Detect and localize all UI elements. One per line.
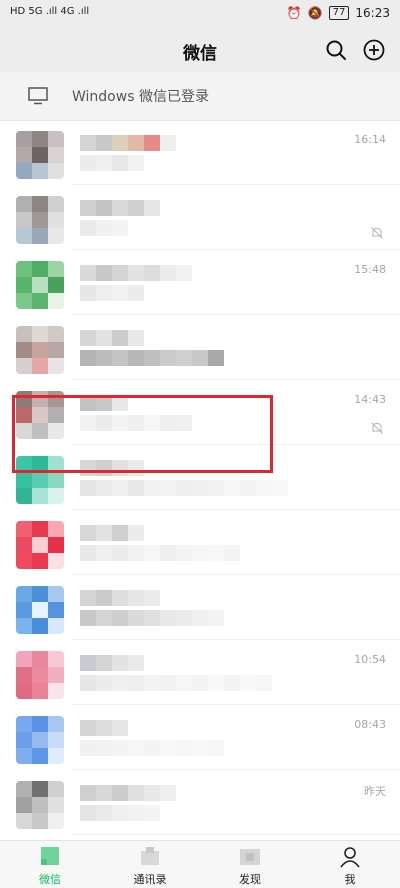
chat-preview-blurred — [80, 740, 224, 756]
chat-icon — [41, 847, 59, 865]
avatar — [16, 196, 64, 244]
avatar — [16, 521, 64, 569]
person-icon — [340, 847, 360, 868]
chat-preview-blurred — [80, 610, 224, 626]
monitor-icon — [28, 87, 48, 105]
status-time: 16:23 — [355, 6, 390, 20]
tab-contacts[interactable]: 通讯录 — [100, 841, 200, 888]
chat-row[interactable] — [0, 186, 400, 250]
chat-time: 08:43 — [354, 718, 386, 731]
chat-row[interactable] — [0, 576, 400, 640]
avatar — [16, 131, 64, 179]
row-divider — [72, 184, 400, 185]
contacts-icon — [141, 847, 159, 865]
chat-row[interactable]: 14:43 — [0, 381, 400, 445]
row-divider — [72, 704, 400, 705]
mute-bell-icon — [371, 422, 383, 434]
chat-row[interactable]: 昨天 — [0, 771, 400, 835]
tab-label: 我 — [344, 873, 356, 886]
avatar — [16, 651, 64, 699]
mute-notification-icon: 🔕 — [307, 6, 323, 20]
battery-indicator: 77 — [328, 6, 350, 20]
chat-title-blurred — [80, 135, 176, 151]
chat-row[interactable] — [0, 511, 400, 575]
chat-title-blurred — [80, 525, 144, 541]
chat-row[interactable] — [0, 446, 400, 510]
bottom-tab-bar: 微信 通讯录 发现 我 — [0, 840, 400, 888]
chat-list: 16:14 15:48 14:43 10:54 08:43 昨天 — [0, 121, 400, 840]
chat-time: 10:54 — [354, 653, 386, 666]
avatar — [16, 326, 64, 374]
chat-title-blurred — [80, 785, 176, 801]
chat-row[interactable]: 10:54 — [0, 641, 400, 705]
status-bar: HD 5G .ıll 4G .ıll ⏰ 🔕 77 16:23 — [0, 0, 400, 28]
row-divider — [72, 249, 400, 250]
avatar — [16, 391, 64, 439]
row-divider — [72, 444, 400, 445]
chat-row[interactable] — [0, 316, 400, 380]
tab-label: 微信 — [39, 873, 61, 886]
chat-time: 16:14 — [354, 133, 386, 146]
chat-preview-blurred — [80, 545, 240, 561]
chat-title-blurred — [80, 395, 128, 411]
chat-time: 昨天 — [364, 785, 386, 798]
avatar — [16, 716, 64, 764]
avatar — [16, 586, 64, 634]
chat-preview-blurred — [80, 415, 192, 431]
banner-text: Windows 微信已登录 — [72, 89, 209, 105]
chat-title-blurred — [80, 200, 160, 216]
avatar — [16, 456, 64, 504]
chat-title-blurred — [80, 720, 128, 736]
chat-row[interactable]: 15:48 — [0, 251, 400, 315]
row-divider — [72, 574, 400, 575]
status-right: ⏰ 🔕 77 16:23 — [287, 6, 390, 20]
plus-circle-icon[interactable] — [362, 38, 386, 62]
tab-label: 发现 — [239, 873, 261, 886]
row-divider — [72, 379, 400, 380]
row-divider — [72, 509, 400, 510]
alarm-icon: ⏰ — [286, 6, 302, 20]
wechat-chat-list-screen: HD 5G .ıll 4G .ıll ⏰ 🔕 77 16:23 微信 Windo… — [0, 0, 400, 888]
row-divider — [72, 834, 400, 835]
chat-preview-blurred — [80, 155, 144, 171]
windows-login-banner[interactable]: Windows 微信已登录 — [0, 72, 400, 121]
chat-preview-blurred — [80, 220, 128, 236]
chat-preview-blurred — [80, 480, 288, 496]
avatar — [16, 781, 64, 829]
chat-title-blurred — [80, 655, 144, 671]
chat-row[interactable]: 16:14 — [0, 121, 400, 185]
row-divider — [72, 769, 400, 770]
tab-label: 通讯录 — [133, 873, 167, 886]
chat-title-blurred — [80, 590, 160, 606]
chat-preview-blurred — [80, 675, 272, 691]
app-header: 微信 — [0, 28, 400, 72]
chat-title-blurred — [80, 330, 144, 346]
chat-time: 15:48 — [354, 263, 386, 276]
chat-time: 14:43 — [354, 393, 386, 406]
tab-person[interactable]: 我 — [300, 841, 400, 888]
avatar — [16, 261, 64, 309]
row-divider — [72, 639, 400, 640]
signal-indicators: HD 5G .ıll 4G .ıll — [10, 6, 90, 17]
row-divider — [72, 314, 400, 315]
discover-icon — [240, 849, 260, 865]
search-icon[interactable] — [324, 38, 348, 62]
tab-chat[interactable]: 微信 — [0, 841, 100, 888]
tab-discover[interactable]: 发现 — [200, 841, 300, 888]
chat-title-blurred — [80, 460, 144, 476]
chat-row[interactable]: 08:43 — [0, 706, 400, 770]
chat-title-blurred — [80, 265, 192, 281]
chat-preview-blurred — [80, 350, 224, 366]
chat-preview-blurred — [80, 805, 160, 821]
chat-preview-blurred — [80, 285, 144, 301]
mute-bell-icon — [371, 227, 383, 239]
